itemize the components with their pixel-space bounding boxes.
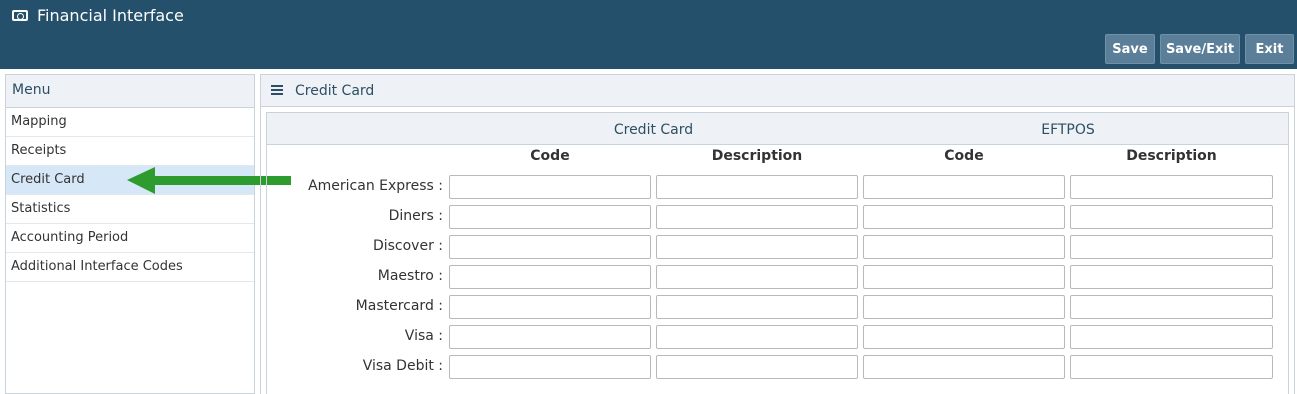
hamburger-menu-icon[interactable]: [271, 85, 283, 95]
visa-eftpos-code-input[interactable]: [863, 325, 1065, 349]
column-header-eftpos-code: Code: [944, 148, 984, 164]
mastercard-cc-code-input[interactable]: [449, 295, 651, 319]
discover-cc-description-input[interactable]: [656, 235, 858, 259]
money-icon: [12, 10, 28, 21]
maestro-cc-code-input[interactable]: [449, 265, 651, 289]
sidebar-item-accounting-period[interactable]: Accounting Period: [6, 224, 254, 253]
maestro-eftpos-description-input[interactable]: [1070, 265, 1273, 289]
visa-debit-eftpos-code-input[interactable]: [863, 355, 1065, 379]
diners-cc-code-input[interactable]: [449, 205, 651, 229]
row-label-american-express: American Express :: [308, 178, 443, 194]
row-label-diners: Diners :: [388, 208, 443, 224]
group-label-credit-card: Credit Card: [613, 122, 694, 138]
mastercard-cc-description-input[interactable]: [656, 295, 858, 319]
sidebar-item-statistics[interactable]: Statistics: [6, 195, 254, 224]
column-header-eftpos-description: Description: [1126, 148, 1217, 164]
sidebar-item-receipts[interactable]: Receipts: [6, 137, 254, 166]
discover-cc-code-input[interactable]: [449, 235, 651, 259]
visa-debit-eftpos-description-input[interactable]: [1070, 355, 1273, 379]
diners-eftpos-description-input[interactable]: [1070, 205, 1273, 229]
amex-eftpos-code-input[interactable]: [863, 175, 1065, 199]
maestro-eftpos-code-input[interactable]: [863, 265, 1065, 289]
column-header-cc-description: Description: [711, 148, 803, 164]
section-title: Credit Card: [295, 83, 375, 99]
row-label-discover: Discover :: [372, 238, 443, 254]
maestro-cc-description-input[interactable]: [656, 265, 858, 289]
column-header-cc-code: Code: [530, 148, 570, 164]
amex-eftpos-description-input[interactable]: [1070, 175, 1273, 199]
visa-debit-cc-description-input[interactable]: [656, 355, 858, 379]
visa-cc-description-input[interactable]: [656, 325, 858, 349]
mastercard-eftpos-description-input[interactable]: [1070, 295, 1273, 319]
sidebar-menu: Menu Mapping Receipts Credit Card Statis…: [5, 74, 255, 394]
row-label-visa: Visa :: [404, 328, 443, 344]
group-label-eftpos: EFTPOS: [1041, 122, 1095, 138]
row-label-mastercard: Mastercard :: [355, 298, 443, 314]
visa-eftpos-description-input[interactable]: [1070, 325, 1273, 349]
sidebar-item-additional-interface-codes[interactable]: Additional Interface Codes: [6, 253, 254, 282]
visa-cc-code-input[interactable]: [449, 325, 651, 349]
row-label-visa-debit: Visa Debit :: [362, 358, 443, 374]
exit-button[interactable]: Exit: [1245, 34, 1294, 64]
amex-cc-code-input[interactable]: [449, 175, 651, 199]
diners-cc-description-input[interactable]: [656, 205, 858, 229]
discover-eftpos-code-input[interactable]: [863, 235, 1065, 259]
save-exit-button[interactable]: Save/Exit: [1160, 34, 1240, 64]
app-title: Financial Interface: [37, 6, 184, 25]
discover-eftpos-description-input[interactable]: [1070, 235, 1273, 259]
mastercard-eftpos-code-input[interactable]: [863, 295, 1065, 319]
amex-cc-description-input[interactable]: [656, 175, 858, 199]
sidebar-item-mapping[interactable]: Mapping: [6, 108, 254, 137]
app-header: Financial Interface Save Save/Exit Exit: [0, 0, 1297, 69]
section-header: Credit Card: [260, 74, 1295, 107]
visa-debit-cc-code-input[interactable]: [449, 355, 651, 379]
diners-eftpos-code-input[interactable]: [863, 205, 1065, 229]
menu-header: Menu: [6, 75, 254, 108]
row-label-maestro: Maestro :: [377, 268, 443, 284]
save-button[interactable]: Save: [1105, 34, 1155, 64]
